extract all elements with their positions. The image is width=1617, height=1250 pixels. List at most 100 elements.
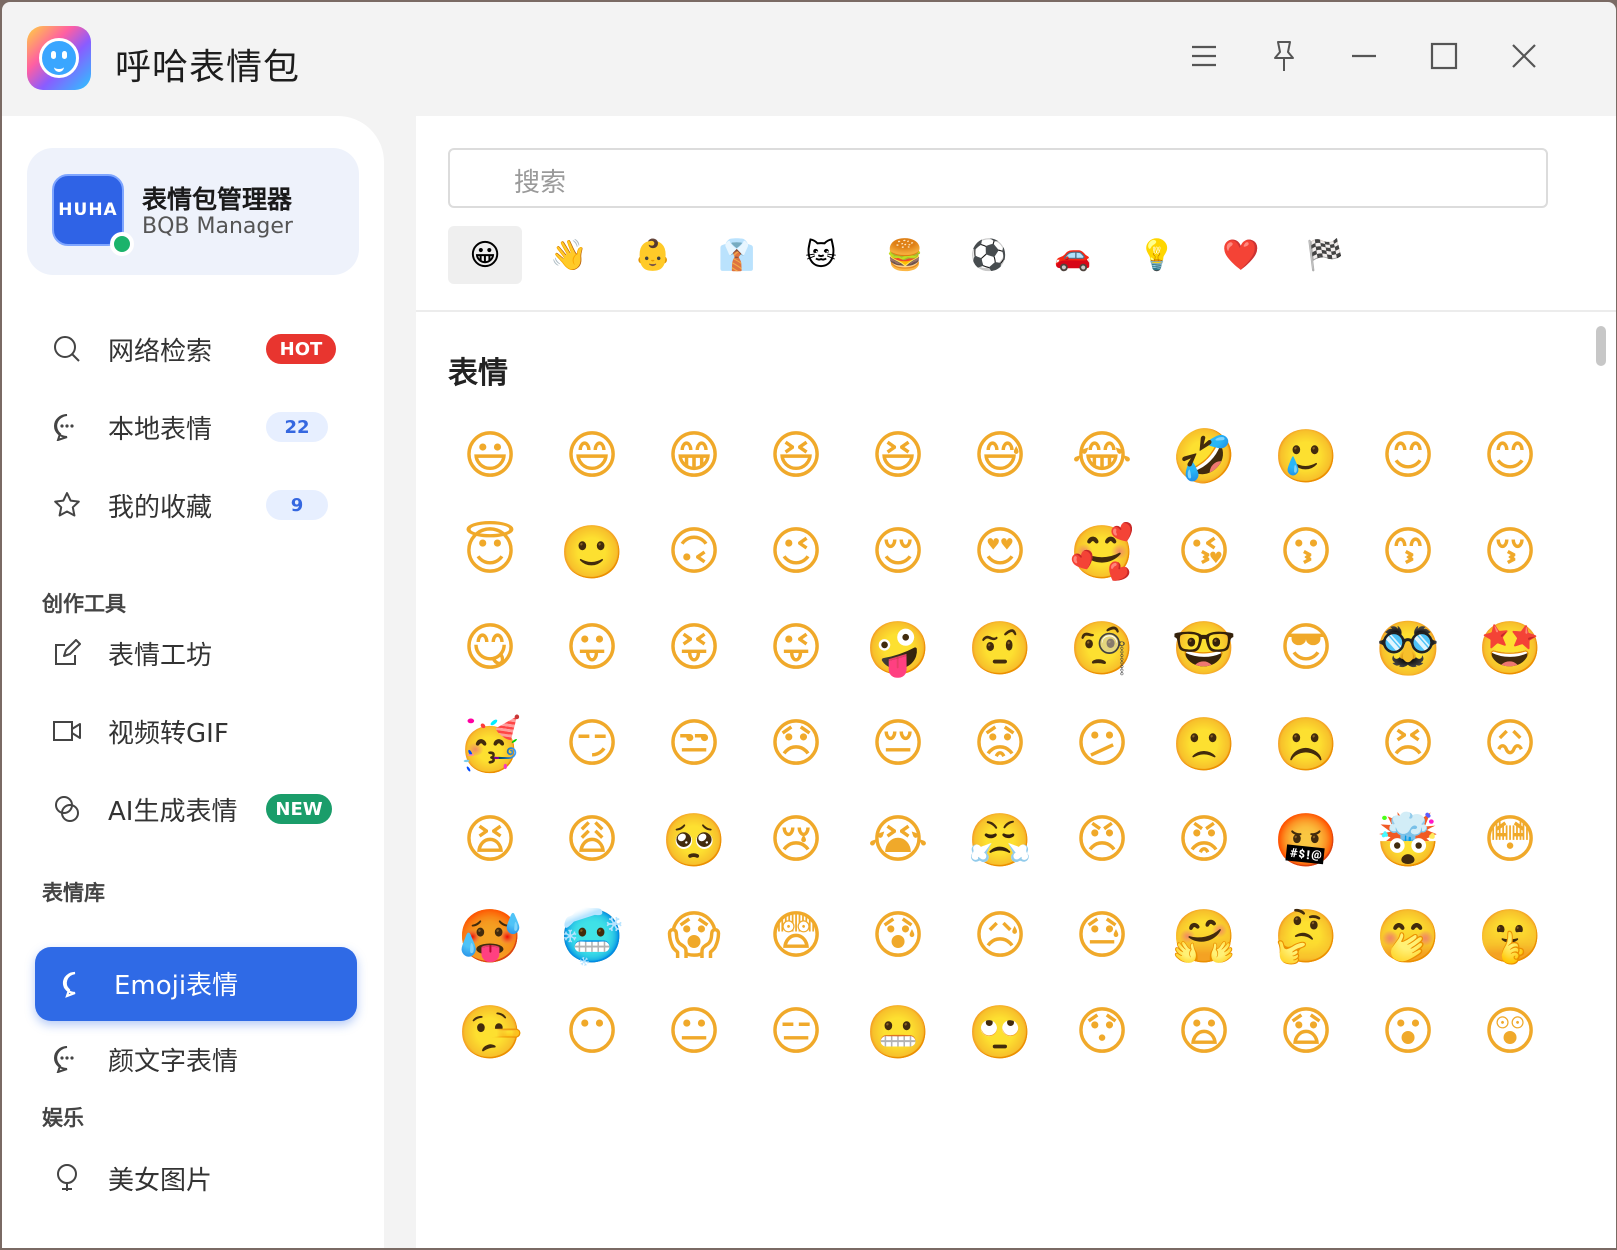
nav-item-emoji-workshop[interactable]: 表情工坊 <box>52 625 352 681</box>
emoji-cell[interactable]: 😣 <box>1368 704 1448 784</box>
profile-card[interactable]: HUHA 表情包管理器 BQB Manager <box>27 148 359 275</box>
scrollbar[interactable] <box>1596 326 1606 366</box>
emoji-cell[interactable]: 😃 <box>450 416 530 496</box>
emoji-cell[interactable]: 😅 <box>960 416 1040 496</box>
nav-item-kaomoji[interactable]: 颜文字表情 <box>52 1031 352 1087</box>
emoji-cell[interactable]: 😦 <box>1164 992 1244 1072</box>
menu-icon[interactable] <box>1182 34 1226 78</box>
nav-item-pictures[interactable]: 美女图片 <box>52 1150 352 1206</box>
emoji-cell[interactable]: 😇 <box>450 512 530 592</box>
emoji-cell[interactable]: 😰 <box>858 896 938 976</box>
emoji-cell[interactable]: 😯 <box>1062 992 1142 1072</box>
category-travel[interactable]: 🚗 <box>1036 226 1110 284</box>
emoji-cell[interactable]: 😫 <box>450 800 530 880</box>
nav-item-web-search[interactable]: 网络检索 HOT <box>52 321 352 377</box>
emoji-cell[interactable]: 😲 <box>1470 992 1550 1072</box>
emoji-cell[interactable]: 😟 <box>960 704 1040 784</box>
emoji-cell[interactable]: 🤥 <box>450 992 530 1072</box>
emoji-cell[interactable]: 🙃 <box>654 512 734 592</box>
emoji-cell[interactable]: 😬 <box>858 992 938 1072</box>
emoji-cell[interactable]: 😌 <box>858 512 938 592</box>
nav-item-ai-generate[interactable]: AI生成表情 NEW <box>52 781 352 837</box>
category-clothing[interactable]: 👔 <box>700 226 774 284</box>
category-symbols[interactable]: ❤️ <box>1204 226 1278 284</box>
nav-item-favorites[interactable]: 我的收藏 9 <box>52 477 352 533</box>
emoji-cell[interactable]: 😶 <box>552 992 632 1072</box>
emoji-cell[interactable]: 😝 <box>654 608 734 688</box>
emoji-cell[interactable]: 🤔 <box>1266 896 1346 976</box>
emoji-cell[interactable]: 😞 <box>756 704 836 784</box>
emoji-cell[interactable]: 🙂 <box>552 512 632 592</box>
emoji-cell[interactable]: 😜 <box>756 608 836 688</box>
emoji-cell[interactable]: 🤩 <box>1470 608 1550 688</box>
emoji-cell[interactable]: 😩 <box>552 800 632 880</box>
emoji-cell[interactable]: 😉 <box>756 512 836 592</box>
emoji-cell[interactable]: 😘 <box>1164 512 1244 592</box>
emoji-cell[interactable]: 🥳 <box>450 704 530 784</box>
emoji-cell[interactable]: 😔 <box>858 704 938 784</box>
emoji-cell[interactable]: 🥰 <box>1062 512 1142 592</box>
nav-item-video-to-gif[interactable]: 视频转GIF <box>52 703 352 759</box>
emoji-cell[interactable]: 🥶 <box>552 896 632 976</box>
emoji-cell[interactable]: 😄 <box>552 416 632 496</box>
category-food[interactable]: 🍔 <box>868 226 942 284</box>
emoji-cell[interactable]: 😥 <box>960 896 1040 976</box>
category-flags[interactable]: 🏁 <box>1288 226 1362 284</box>
maximize-icon[interactable] <box>1422 34 1466 78</box>
emoji-cell[interactable]: 🤣 <box>1164 416 1244 496</box>
emoji-cell[interactable]: 😛 <box>552 608 632 688</box>
close-icon[interactable] <box>1502 34 1546 78</box>
category-animals[interactable]: 🐱 <box>784 226 858 284</box>
emoji-cell[interactable]: 🤭 <box>1368 896 1448 976</box>
emoji-cell[interactable]: 😢 <box>756 800 836 880</box>
emoji-cell[interactable]: 🥲 <box>1266 416 1346 496</box>
nav-item-emoji-active[interactable]: Emoji表情 <box>35 947 357 1021</box>
emoji-cell[interactable]: 😂 <box>1062 416 1142 496</box>
emoji-cell[interactable]: 🧐 <box>1062 608 1142 688</box>
emoji-cell[interactable]: 😒 <box>654 704 734 784</box>
emoji-cell[interactable]: 😊 <box>1470 416 1550 496</box>
emoji-cell[interactable]: 🙁 <box>1164 704 1244 784</box>
emoji-cell[interactable]: 😐 <box>654 992 734 1072</box>
emoji-cell[interactable]: 🤬 <box>1266 800 1346 880</box>
emoji-cell[interactable]: 😓 <box>1062 896 1142 976</box>
emoji-cell[interactable]: 😋 <box>450 608 530 688</box>
emoji-cell[interactable]: 🤨 <box>960 608 1040 688</box>
emoji-cell[interactable]: 😍 <box>960 512 1040 592</box>
emoji-cell[interactable]: 🤗 <box>1164 896 1244 976</box>
category-people[interactable]: 👶 <box>616 226 690 284</box>
nav-item-local-emoji[interactable]: 本地表情 22 <box>52 399 352 455</box>
category-activities[interactable]: ⚽ <box>952 226 1026 284</box>
emoji-cell[interactable]: 😆 <box>756 416 836 496</box>
emoji-cell[interactable]: 😤 <box>960 800 1040 880</box>
category-objects[interactable]: 💡 <box>1120 226 1194 284</box>
emoji-cell[interactable]: 😙 <box>1368 512 1448 592</box>
emoji-cell[interactable]: 🙄 <box>960 992 1040 1072</box>
emoji-cell[interactable]: ☹️ <box>1266 704 1346 784</box>
emoji-cell[interactable]: 😊 <box>1368 416 1448 496</box>
minimize-icon[interactable] <box>1342 34 1386 78</box>
emoji-cell[interactable]: 😭 <box>858 800 938 880</box>
emoji-cell[interactable]: 😗 <box>1266 512 1346 592</box>
emoji-cell[interactable]: 😳 <box>1470 800 1550 880</box>
emoji-cell[interactable]: 😎 <box>1266 608 1346 688</box>
search-input[interactable]: 搜索 <box>448 148 1548 208</box>
emoji-cell[interactable]: 🥵 <box>450 896 530 976</box>
emoji-cell[interactable]: 🥺 <box>654 800 734 880</box>
emoji-cell[interactable]: 😱 <box>654 896 734 976</box>
emoji-cell[interactable]: 😨 <box>756 896 836 976</box>
emoji-cell[interactable]: 🤫 <box>1470 896 1550 976</box>
emoji-cell[interactable]: 🤪 <box>858 608 938 688</box>
emoji-cell[interactable]: 😕 <box>1062 704 1142 784</box>
emoji-cell[interactable]: 😏 <box>552 704 632 784</box>
emoji-cell[interactable]: 🤯 <box>1368 800 1448 880</box>
emoji-cell[interactable]: 😆 <box>858 416 938 496</box>
emoji-cell[interactable]: 😡 <box>1164 800 1244 880</box>
category-smileys[interactable]: 😀 <box>448 226 522 284</box>
emoji-cell[interactable]: 😮 <box>1368 992 1448 1072</box>
emoji-cell[interactable]: 🤓 <box>1164 608 1244 688</box>
emoji-cell[interactable]: 😖 <box>1470 704 1550 784</box>
pin-icon[interactable] <box>1262 34 1306 78</box>
emoji-cell[interactable]: 😚 <box>1470 512 1550 592</box>
emoji-cell[interactable]: 🥸 <box>1368 608 1448 688</box>
